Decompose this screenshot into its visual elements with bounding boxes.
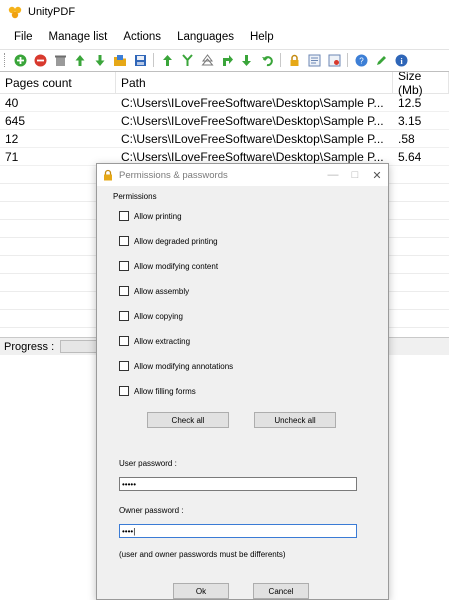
tree-icon[interactable] [200, 53, 214, 67]
option-allow-copying[interactable]: Allow copying [119, 311, 183, 321]
table-row[interactable]: 645 C:\Users\ILoveFreeSoftware\Desktop\S… [0, 112, 449, 130]
cell-path: C:\Users\ILoveFreeSoftware\Desktop\Sampl… [121, 113, 384, 128]
toolbar-separator [153, 53, 154, 67]
checkbox[interactable] [119, 236, 129, 246]
checkbox[interactable] [119, 386, 129, 396]
user-password-label: User password : [119, 459, 177, 468]
undo-icon[interactable] [260, 53, 274, 67]
toolbar-grip[interactable] [4, 53, 7, 67]
cell-size: 3.15 [398, 113, 422, 128]
option-allow-modifying-content[interactable]: Allow modifying content [119, 261, 218, 271]
add-icon[interactable] [13, 53, 27, 67]
svg-text:?: ? [359, 56, 364, 65]
option-allow-degraded-printing[interactable]: Allow degraded printing [119, 236, 218, 246]
maximize-icon[interactable]: □ [344, 169, 366, 181]
cell-pages: 645 [5, 113, 26, 128]
checkbox-label: Allow filling forms [134, 386, 196, 396]
save-list-icon[interactable] [133, 53, 147, 67]
checkbox-label: Allow copying [134, 311, 183, 321]
move-down-icon[interactable] [93, 53, 107, 67]
option-allow-assembly[interactable]: Allow assembly [119, 286, 189, 296]
dialog-title-bar[interactable]: Permissions & passwords — □ ✕ [97, 164, 388, 186]
password-note: (user and owner passwords must be differ… [119, 550, 286, 559]
edit-icon[interactable] [374, 53, 388, 67]
menu-languages[interactable]: Languages [169, 29, 242, 45]
info-icon[interactable]: i [394, 53, 408, 67]
cell-size: .58 [398, 131, 415, 146]
help-icon[interactable]: ? [354, 53, 368, 67]
lock-icon [104, 169, 112, 181]
checkbox[interactable] [119, 361, 129, 371]
app-title: UnityPDF [28, 6, 76, 18]
checkbox-label: Allow assembly [134, 286, 190, 296]
unitypdf-logo-icon [8, 6, 22, 19]
owner-password-label: Owner password : [119, 506, 184, 515]
checkbox[interactable] [119, 336, 129, 346]
checkbox-label: Allow modifying annotations [134, 361, 234, 371]
cell-path: C:\Users\ILoveFreeSoftware\Desktop\Sampl… [121, 131, 384, 146]
checkbox-label: Allow modifying content [134, 261, 219, 271]
column-header-path[interactable]: Path [116, 72, 393, 93]
table-header: Pages count Path Size (Mb) [0, 72, 449, 97]
cell-size: 5.64 [398, 149, 422, 164]
open-icon[interactable] [113, 53, 127, 67]
minimize-icon[interactable]: — [322, 169, 344, 181]
menu-help[interactable]: Help [242, 29, 282, 45]
menu-actions[interactable]: Actions [115, 29, 169, 45]
menu-bar: File Manage list Actions Languages Help [0, 26, 449, 48]
toolbar-separator [280, 53, 281, 67]
checkbox[interactable] [119, 286, 129, 296]
table-row[interactable]: 40 C:\Users\ILoveFreeSoftware\Desktop\Sa… [0, 94, 449, 112]
cell-pages: 40 [5, 95, 19, 110]
rotate-icon[interactable] [220, 53, 234, 67]
permissions-dialog: Permissions & passwords — □ ✕ Permission… [96, 163, 389, 600]
cell-pages: 12 [5, 131, 19, 146]
clear-icon[interactable] [53, 53, 67, 67]
owner-password-field[interactable]: ••••| [119, 524, 357, 538]
check-all-button[interactable]: Check all [147, 412, 229, 428]
permissions-heading: Permissions [113, 192, 157, 201]
menu-manage-list[interactable]: Manage list [41, 29, 116, 45]
extract-icon[interactable] [240, 53, 254, 67]
merge-icon[interactable] [160, 53, 174, 67]
remove-icon[interactable] [33, 53, 47, 67]
checkbox[interactable] [119, 261, 129, 271]
cell-size: 12.5 [398, 95, 422, 110]
uncheck-all-button[interactable]: Uncheck all [254, 412, 336, 428]
option-allow-filling-forms[interactable]: Allow filling forms [119, 386, 196, 396]
cell-path: C:\Users\ILoveFreeSoftware\Desktop\Sampl… [121, 95, 384, 110]
user-password-field[interactable]: ••••• [119, 477, 357, 491]
option-allow-extracting[interactable]: Allow extracting [119, 336, 190, 346]
toolbar-separator [347, 53, 348, 67]
settings-icon[interactable] [327, 53, 341, 67]
checkbox-label: Allow degraded printing [134, 236, 218, 246]
main-window: UnityPDF File Manage list Actions Langua… [0, 0, 449, 600]
toolbar: ? i [0, 49, 449, 70]
cancel-button[interactable]: Cancel [253, 583, 309, 599]
option-allow-modifying-annotations[interactable]: Allow modifying annotations [119, 361, 233, 371]
checkbox-label: Allow printing [134, 211, 182, 221]
table-row[interactable]: 12 C:\Users\ILoveFreeSoftware\Desktop\Sa… [0, 130, 449, 148]
menu-file[interactable]: File [6, 29, 41, 45]
checkbox[interactable] [119, 211, 129, 221]
column-header-size[interactable]: Size (Mb) [393, 72, 449, 97]
ok-button[interactable]: Ok [173, 583, 229, 599]
progress-label: Progress : [4, 340, 55, 353]
properties-icon[interactable] [307, 53, 321, 67]
dialog-title: Permissions & passwords [119, 169, 228, 181]
lock-icon[interactable] [287, 53, 301, 67]
column-header-pages-count[interactable]: Pages count [0, 72, 116, 93]
close-icon[interactable]: ✕ [366, 169, 388, 182]
title-bar: UnityPDF [0, 0, 449, 24]
option-allow-printing[interactable]: Allow printing [119, 211, 182, 221]
split-icon[interactable] [180, 53, 194, 67]
move-up-icon[interactable] [73, 53, 87, 67]
checkbox-label: Allow extracting [134, 336, 191, 346]
checkbox[interactable] [119, 311, 129, 321]
